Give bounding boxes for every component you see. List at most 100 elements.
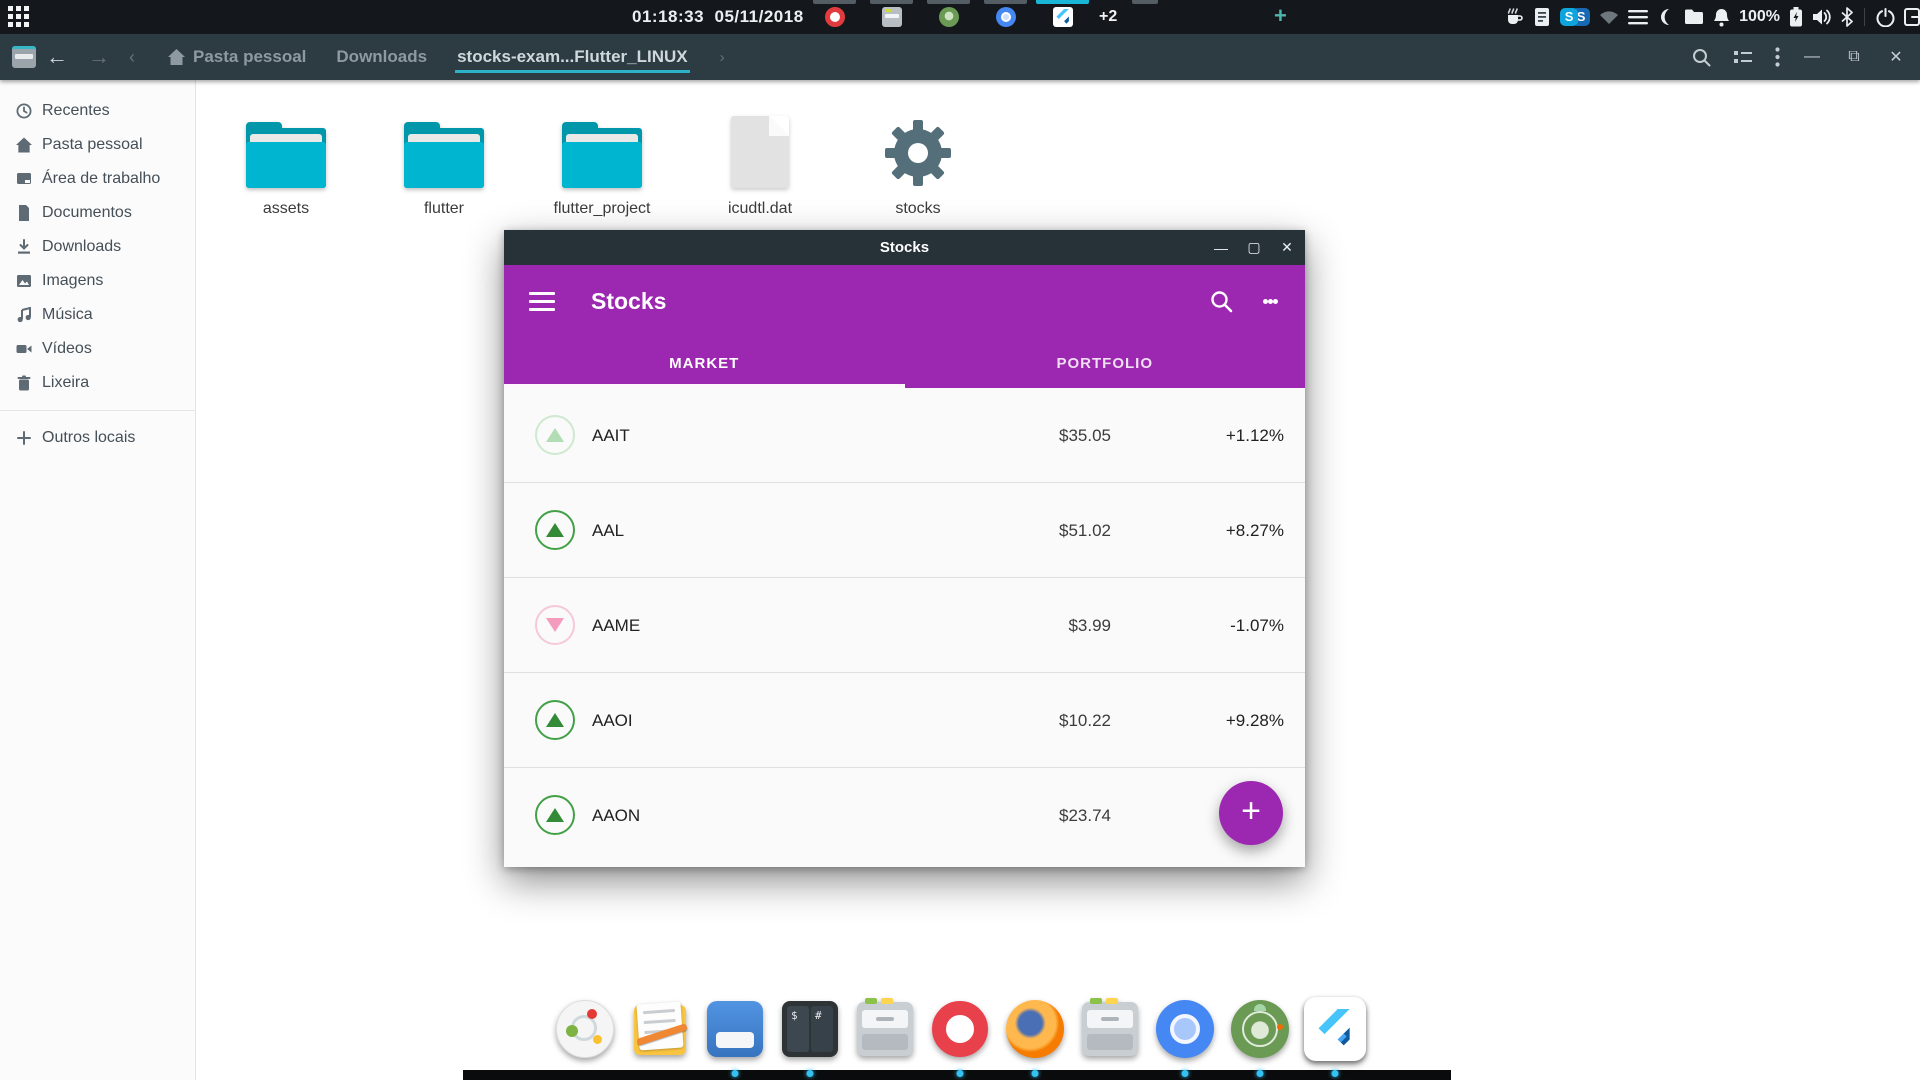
sidebar-item-home[interactable]: Pasta pessoal: [0, 128, 195, 162]
sidebar-item-downloads[interactable]: Downloads: [0, 230, 195, 264]
dock-opera[interactable]: [929, 998, 991, 1060]
dock-notes-app[interactable]: [629, 998, 691, 1060]
stock-row-aait[interactable]: AAIT $35.05 +1.12%: [504, 388, 1305, 483]
crumb-scroll-right-button[interactable]: ›: [720, 49, 725, 66]
sidebar-item-recent[interactable]: Recentes: [0, 94, 195, 128]
night-light-icon[interactable]: [1657, 8, 1675, 26]
stock-row-aaon[interactable]: AAON $23.74: [504, 768, 1305, 863]
document-file-icon: [731, 116, 789, 188]
android-studio-icon: [1231, 1000, 1289, 1058]
back-button[interactable]: ←: [36, 44, 78, 70]
forward-button[interactable]: →: [78, 44, 120, 70]
sidebar-separator: [0, 410, 195, 411]
sidebar-item-videos[interactable]: Vídeos: [0, 332, 195, 366]
breadcrumb-current-folder[interactable]: stocks-exam...Flutter_LINUX: [455, 41, 690, 73]
tilix-icon: $ #: [782, 1001, 838, 1057]
tab-market[interactable]: MARKET: [504, 338, 905, 388]
notifications-bell-icon[interactable]: [1713, 8, 1730, 27]
search-icon[interactable]: [1692, 48, 1711, 67]
opera-icon: [932, 1001, 988, 1057]
document-icon: [16, 205, 32, 221]
folder-icon: [404, 122, 484, 188]
battery-icon[interactable]: [1789, 7, 1803, 27]
maximize-button[interactable]: ▢: [1246, 239, 1262, 256]
sidebar-item-other-locations[interactable]: Outros locais: [0, 421, 195, 455]
file-item-flutter-project[interactable]: flutter_project: [523, 102, 681, 218]
tab-portfolio[interactable]: PORTFOLIO: [905, 338, 1306, 388]
stocks-appbar: Stocks: [504, 265, 1305, 338]
session-icon[interactable]: [1904, 8, 1920, 26]
menu-kebab-icon[interactable]: [1775, 47, 1780, 67]
desktop: 01:18:33 05/11/2018 +2 +: [0, 0, 1920, 1080]
activity-app-icon: [556, 1000, 614, 1058]
volume-icon[interactable]: [1812, 8, 1832, 26]
menu-lines-icon[interactable]: [1628, 9, 1648, 25]
stocks-titlebar[interactable]: Stocks — ▢ ✕: [504, 230, 1305, 265]
panel-add-button[interactable]: +: [1274, 0, 1287, 34]
sidebar-item-music[interactable]: Música: [0, 298, 195, 332]
taskbar-overflow-count[interactable]: +2: [1091, 8, 1125, 26]
close-button[interactable]: ✕: [1279, 239, 1295, 256]
dock-tilix[interactable]: $ #: [779, 998, 841, 1060]
dock-activity-app[interactable]: [554, 998, 616, 1060]
taskbar-extra-window[interactable]: [1125, 0, 1165, 34]
fm-close-button[interactable]: ✕: [1886, 47, 1906, 67]
file-item-icudtl[interactable]: icudtl.dat: [681, 102, 839, 218]
file-item-assets[interactable]: assets: [207, 102, 365, 218]
dock-chromium[interactable]: [1154, 998, 1216, 1060]
crumb-scroll-left-button[interactable]: ‹: [120, 47, 144, 68]
hamburger-menu-icon[interactable]: [529, 287, 555, 316]
dock-firefox[interactable]: [1004, 998, 1066, 1060]
stock-row-aaoi[interactable]: AAOI $10.22 +9.28%: [504, 673, 1305, 768]
taskbar-chromium[interactable]: [977, 0, 1034, 34]
fm-minimize-button[interactable]: —: [1802, 48, 1822, 66]
stocks-list: AAIT $35.05 +1.12% AAL $51.02 +8.27% AAM…: [504, 388, 1305, 867]
top-panel: 01:18:33 05/11/2018 +2 +: [0, 0, 1920, 34]
file-cabinet-icon: [857, 1002, 913, 1056]
taskbar-android-studio[interactable]: [920, 0, 977, 34]
minimize-button[interactable]: —: [1213, 240, 1229, 256]
stocks-window: Stocks — ▢ ✕ Stocks MARKET PORTFOLIO: [504, 230, 1305, 867]
dock-terminal-app[interactable]: [704, 998, 766, 1060]
sidebar-item-desktop[interactable]: Área de trabalho: [0, 162, 195, 196]
dock: $ #: [554, 998, 1366, 1060]
tray-separator: [1864, 8, 1865, 26]
add-stock-fab[interactable]: +: [1219, 781, 1283, 845]
sidebar-item-documents[interactable]: Documentos: [0, 196, 195, 230]
notes-app-icon: [632, 1001, 688, 1057]
breadcrumb: Pasta pessoal Downloads stocks-exam...Fl…: [166, 41, 725, 73]
bluetooth-icon[interactable]: [1841, 7, 1853, 27]
caffeine-icon[interactable]: [1504, 7, 1524, 27]
fm-restore-button[interactable]: ⧉: [1844, 48, 1864, 66]
power-icon[interactable]: [1876, 8, 1895, 27]
search-icon[interactable]: [1210, 290, 1233, 313]
wifi-icon[interactable]: [1599, 9, 1619, 25]
video-camera-icon: [16, 341, 32, 357]
dock-android-studio[interactable]: [1229, 998, 1291, 1060]
breadcrumb-downloads[interactable]: Downloads: [334, 41, 429, 73]
stock-row-aame[interactable]: AAME $3.99 -1.07%: [504, 578, 1305, 673]
view-options-icon[interactable]: [1733, 49, 1753, 65]
panel-clock[interactable]: 01:18:33 05/11/2018: [632, 0, 804, 34]
dock-file-manager-2[interactable]: [1079, 998, 1141, 1060]
breadcrumb-home[interactable]: Pasta pessoal: [166, 41, 308, 73]
window-title: Stocks: [880, 239, 929, 256]
dock-file-manager[interactable]: [854, 998, 916, 1060]
taskbar-flutter-app[interactable]: [1034, 0, 1091, 34]
file-item-flutter[interactable]: flutter: [365, 102, 523, 218]
stock-row-aal[interactable]: AAL $51.02 +8.27%: [504, 483, 1305, 578]
taskbar-opera[interactable]: [806, 0, 863, 34]
files-tray-icon[interactable]: [1684, 9, 1704, 25]
overflow-menu-icon[interactable]: [1263, 296, 1278, 307]
taskbar-file-manager[interactable]: [863, 0, 920, 34]
journal-icon[interactable]: [1533, 7, 1551, 27]
applications-grid-icon[interactable]: [8, 6, 32, 30]
dock-flutter-app[interactable]: [1304, 998, 1366, 1060]
skype-icon[interactable]: S S: [1560, 7, 1590, 27]
trash-icon: [16, 375, 32, 391]
file-item-stocks[interactable]: stocks: [839, 102, 997, 218]
sidebar-item-pictures[interactable]: Imagens: [0, 264, 195, 298]
sidebar-item-trash[interactable]: Lixeira: [0, 366, 195, 400]
file-label: flutter: [424, 200, 464, 218]
file-grid: assets flutter flutter_project icudtl.da…: [207, 102, 997, 218]
